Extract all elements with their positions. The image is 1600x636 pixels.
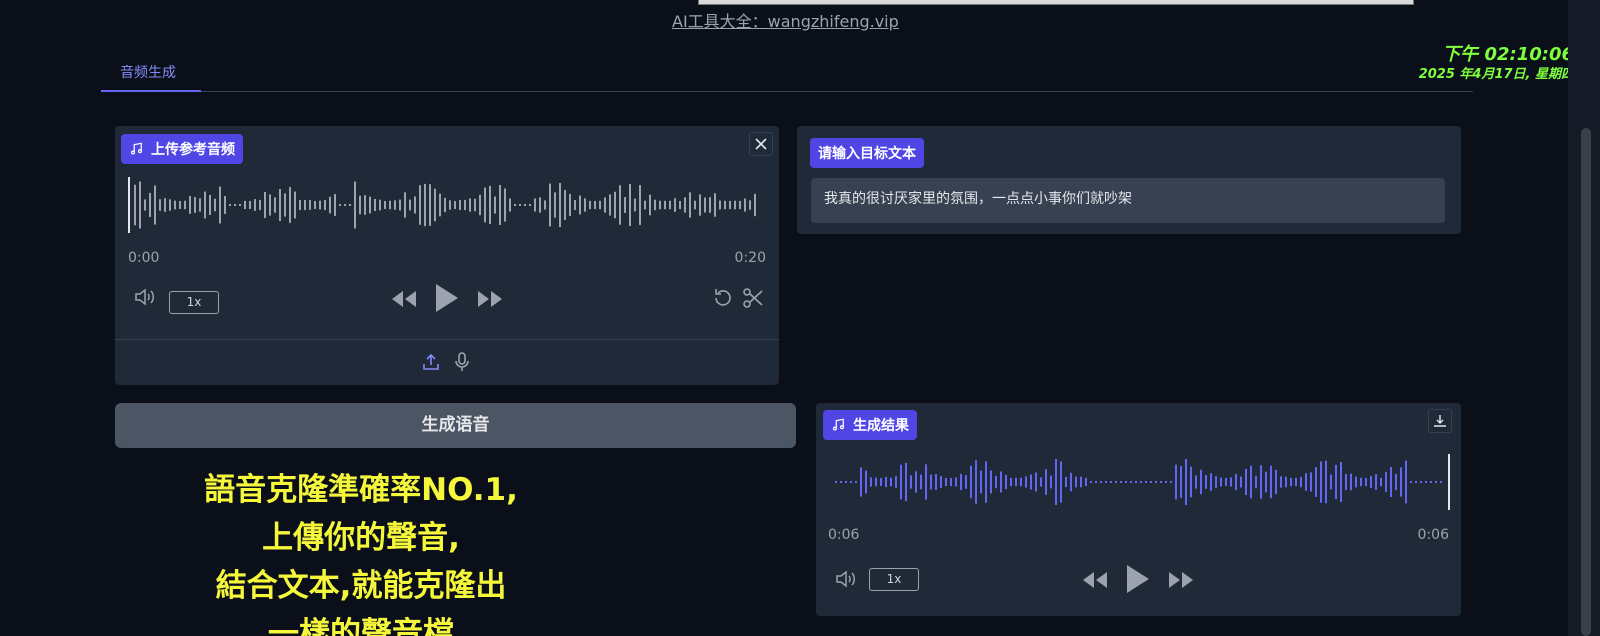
target-text-panel: 请输入目标文本 我真的很讨厌家里的氛围，一点点小事你们就吵架	[797, 126, 1461, 234]
rewind-icon	[1083, 572, 1107, 588]
result-time-end: 0:06	[1417, 527, 1449, 543]
reference-time-end: 0:20	[734, 250, 766, 266]
target-text-input[interactable]: 我真的很讨厌家里的氛围，一点点小事你们就吵架	[811, 178, 1445, 223]
play-button[interactable]	[1124, 563, 1152, 595]
result-audio-label: 生成结果	[823, 410, 917, 440]
generate-speech-button[interactable]: 生成语音	[115, 403, 796, 448]
play-icon	[1127, 565, 1149, 593]
reference-waveform[interactable]	[127, 176, 767, 234]
promo-caption-line: 上傳你的聲音,	[262, 520, 460, 556]
target-text-label: 请输入目标文本	[810, 138, 924, 168]
tab-bar: 音频生成	[101, 58, 1473, 92]
rewind-icon	[392, 291, 416, 307]
reference-audio-panel: 上传参考音频 0:00 0:20 1x	[115, 126, 779, 385]
music-note-icon	[832, 418, 844, 431]
promo-caption-line: 語音克隆準確率NO.1,	[204, 472, 518, 508]
download-icon	[1434, 415, 1446, 427]
reference-audio-label-text: 上传参考音频	[151, 142, 235, 158]
scissors-icon	[743, 288, 763, 308]
play-icon	[436, 284, 458, 312]
site-link[interactable]: AI工具大全：wangzhifeng.vip	[672, 8, 899, 32]
volume-icon	[135, 288, 154, 306]
fast-forward-button[interactable]	[477, 289, 503, 309]
reference-audio-label: 上传参考音频	[121, 134, 243, 164]
scrollbar-thumb[interactable]	[1581, 128, 1591, 636]
microphone-button[interactable]	[452, 352, 472, 372]
close-button[interactable]	[749, 132, 773, 156]
microphone-icon	[455, 352, 469, 371]
rewind-button[interactable]	[1082, 570, 1108, 590]
upload-icon	[423, 353, 439, 370]
play-button[interactable]	[433, 282, 461, 314]
undo-button[interactable]	[711, 286, 735, 310]
result-time-start: 0:06	[828, 527, 860, 543]
page-scrollbar[interactable]	[1568, 0, 1600, 636]
tab-audio-generation[interactable]: 音频生成	[101, 58, 201, 92]
volume-button[interactable]	[834, 568, 860, 590]
panel-divider	[115, 339, 779, 340]
fast-forward-icon	[478, 291, 502, 307]
trim-button[interactable]	[741, 286, 765, 310]
playback-speed-button[interactable]: 1x	[869, 568, 919, 591]
volume-button[interactable]	[133, 286, 159, 308]
upload-button[interactable]	[421, 352, 441, 372]
fast-forward-icon	[1169, 572, 1193, 588]
result-waveform[interactable]	[828, 453, 1452, 511]
app-page: AI工具大全：wangzhifeng.vip 下午 02:10:06 2025 …	[0, 0, 1600, 636]
rewind-button[interactable]	[391, 289, 417, 309]
promo-caption-line: 一樣的聲音檔	[268, 616, 454, 636]
promo-caption-line: 結合文本,就能克隆出	[215, 568, 507, 604]
browser-popup-edge	[698, 0, 1414, 5]
playback-speed-button[interactable]: 1x	[169, 291, 219, 314]
undo-icon	[715, 289, 731, 306]
result-audio-panel: 生成结果 0:06 0:06 1x	[816, 403, 1461, 616]
result-audio-label-text: 生成结果	[853, 418, 909, 434]
reference-time-start: 0:00	[128, 250, 160, 266]
close-icon	[755, 138, 767, 150]
fast-forward-button[interactable]	[1168, 570, 1194, 590]
music-note-icon	[130, 142, 142, 155]
download-button[interactable]	[1428, 409, 1452, 433]
promo-caption: 語音克隆準確率NO.1, 上傳你的聲音, 結合文本,就能克隆出 一樣的聲音檔	[150, 466, 572, 636]
volume-icon	[836, 570, 855, 588]
